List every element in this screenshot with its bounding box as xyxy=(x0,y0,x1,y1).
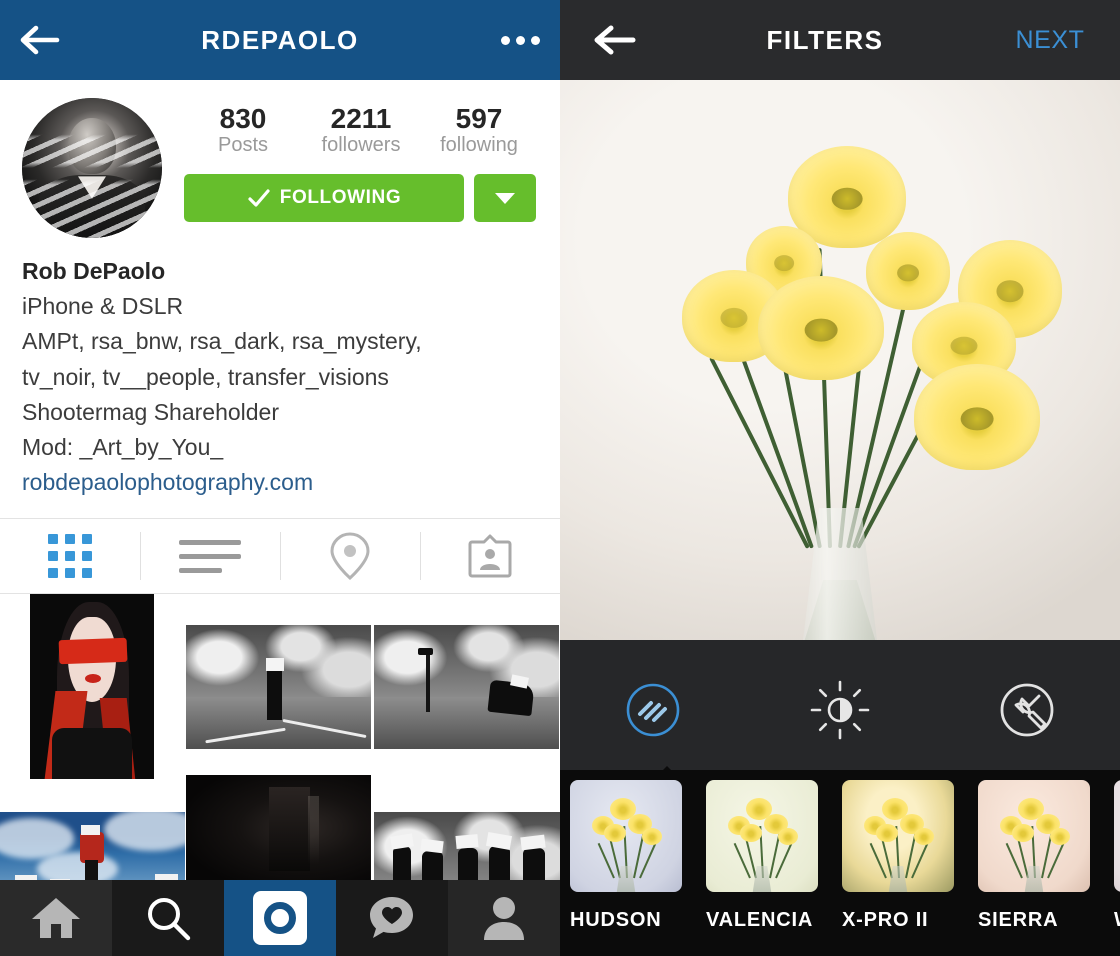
tab-camera[interactable] xyxy=(224,880,336,956)
bio-line-5: Mod: _Art_by_You_ xyxy=(22,433,224,460)
adjust-tools-icon xyxy=(1000,683,1054,737)
editor-header: FILTERS NEXT xyxy=(560,0,1120,80)
bottom-tab-bar xyxy=(0,880,560,956)
grid-photo-2[interactable] xyxy=(186,625,371,750)
following-button[interactable]: FOLLOWING xyxy=(184,174,464,223)
filter-label: X-PRO II xyxy=(842,909,929,931)
tab-home[interactable] xyxy=(0,880,112,956)
filter-label: SIERRA xyxy=(978,909,1059,931)
stat-posts[interactable]: 830 Posts xyxy=(184,104,302,158)
filter-thumbnail[interactable] xyxy=(1114,780,1120,892)
followers-label: followers xyxy=(321,134,401,157)
page-title: RDEPAOLO xyxy=(201,24,359,55)
profile-header: RDEPAOLO xyxy=(0,0,560,80)
photo-preview[interactable] xyxy=(560,80,1120,640)
editor-title: FILTERS xyxy=(766,24,884,55)
filter-label: HUDSON xyxy=(570,909,662,931)
stat-followers[interactable]: 2211 followers xyxy=(302,104,420,158)
tab-list-view[interactable] xyxy=(140,519,280,593)
filter-thumbnail[interactable] xyxy=(706,780,818,892)
following-count: 597 xyxy=(455,103,503,134)
instagram-profile-pane: RDEPAOLO 830 Posts 2211 followers 597 fo… xyxy=(0,0,560,956)
following-button-label: FOLLOWING xyxy=(279,187,402,209)
location-pin-icon xyxy=(330,532,370,581)
back-button[interactable] xyxy=(0,25,80,55)
brightness-sun-icon xyxy=(810,680,870,740)
stat-following[interactable]: 597 following xyxy=(420,104,538,158)
bio-line-4: Shootermag Shareholder xyxy=(22,398,279,425)
filter-thumbnail[interactable] xyxy=(842,780,954,892)
tab-grid-view[interactable] xyxy=(0,519,140,593)
heart-speech-bubble-icon xyxy=(370,897,413,938)
filter-thumbnail[interactable] xyxy=(570,780,682,892)
filter-label: VALENCIA xyxy=(706,909,814,931)
editor-tools-bar xyxy=(560,640,1120,780)
screenshot-root: RDEPAOLO 830 Posts 2211 followers 597 fo… xyxy=(0,0,1120,956)
filter-label: WILLOW xyxy=(1114,909,1120,932)
bio-name: Rob DePaolo xyxy=(22,258,166,284)
person-icon xyxy=(484,897,524,940)
grid-icon xyxy=(48,534,92,579)
filter-item[interactable]: SIERRA xyxy=(978,780,1104,932)
tab-photo-map[interactable] xyxy=(280,519,420,593)
grid-photo-3[interactable] xyxy=(374,625,559,750)
list-icon xyxy=(179,539,241,573)
posts-count: 830 xyxy=(219,103,267,134)
following-label: following xyxy=(440,134,518,157)
check-icon xyxy=(248,189,270,207)
search-icon xyxy=(148,898,191,941)
avatar[interactable] xyxy=(22,98,162,238)
grid-photo-4[interactable] xyxy=(0,812,185,890)
bio-line-3: tv_noir, tv__people, transfer_visions xyxy=(22,363,389,390)
filter-strip[interactable]: HUDSON VALENCIA X-PRO II SIERRA xyxy=(560,770,1120,956)
home-icon xyxy=(32,898,80,938)
stats-row: 830 Posts 2211 followers 597 following xyxy=(184,98,538,158)
filters-icon xyxy=(627,683,680,737)
tab-tagged-photos[interactable] xyxy=(420,519,560,593)
photo-grid xyxy=(0,594,560,890)
grid-photo-5[interactable] xyxy=(186,775,371,890)
tab-activity[interactable] xyxy=(336,880,448,956)
posts-label: Posts xyxy=(217,134,269,157)
more-options-icon[interactable] xyxy=(480,35,560,45)
camera-icon xyxy=(253,891,307,945)
follow-options-button[interactable] xyxy=(474,174,536,223)
filter-thumbnail[interactable] xyxy=(978,780,1090,892)
bio-line-2: AMPt, rsa_bnw, rsa_dark, rsa_mystery, xyxy=(22,328,422,355)
tool-adjust[interactable] xyxy=(933,681,1120,739)
profile-summary: 830 Posts 2211 followers 597 following F… xyxy=(0,80,560,238)
filter-editor-pane: FILTERS NEXT HUDSON VALENCIA X-PRO II SI… xyxy=(560,0,1120,956)
chevron-down-icon xyxy=(495,192,515,204)
next-button[interactable]: NEXT xyxy=(980,26,1120,55)
tagged-photos-icon xyxy=(468,534,512,578)
bio-website-link[interactable]: robdepaolophotography.com xyxy=(22,465,538,500)
grid-photo-6[interactable] xyxy=(374,812,560,890)
tool-filters[interactable] xyxy=(560,681,747,739)
bio-line-1: iPhone & DSLR xyxy=(22,293,184,320)
bio-block: Rob DePaolo iPhone & DSLR AMPt, rsa_bnw,… xyxy=(0,238,560,500)
tab-profile[interactable] xyxy=(448,880,560,956)
filter-item[interactable]: X-PRO II xyxy=(842,780,968,932)
tool-lux[interactable] xyxy=(747,679,934,741)
profile-actions: FOLLOWING xyxy=(184,174,538,223)
filter-item[interactable]: VALENCIA xyxy=(706,780,832,932)
filter-item[interactable]: HUDSON xyxy=(570,780,696,932)
grid-photo-1[interactable] xyxy=(30,594,154,780)
followers-count: 2211 xyxy=(330,103,392,134)
filter-item[interactable]: WILLOW xyxy=(1114,780,1120,932)
profile-view-tabs xyxy=(0,518,560,595)
editor-back-button[interactable] xyxy=(560,24,670,56)
tab-search[interactable] xyxy=(112,880,224,956)
